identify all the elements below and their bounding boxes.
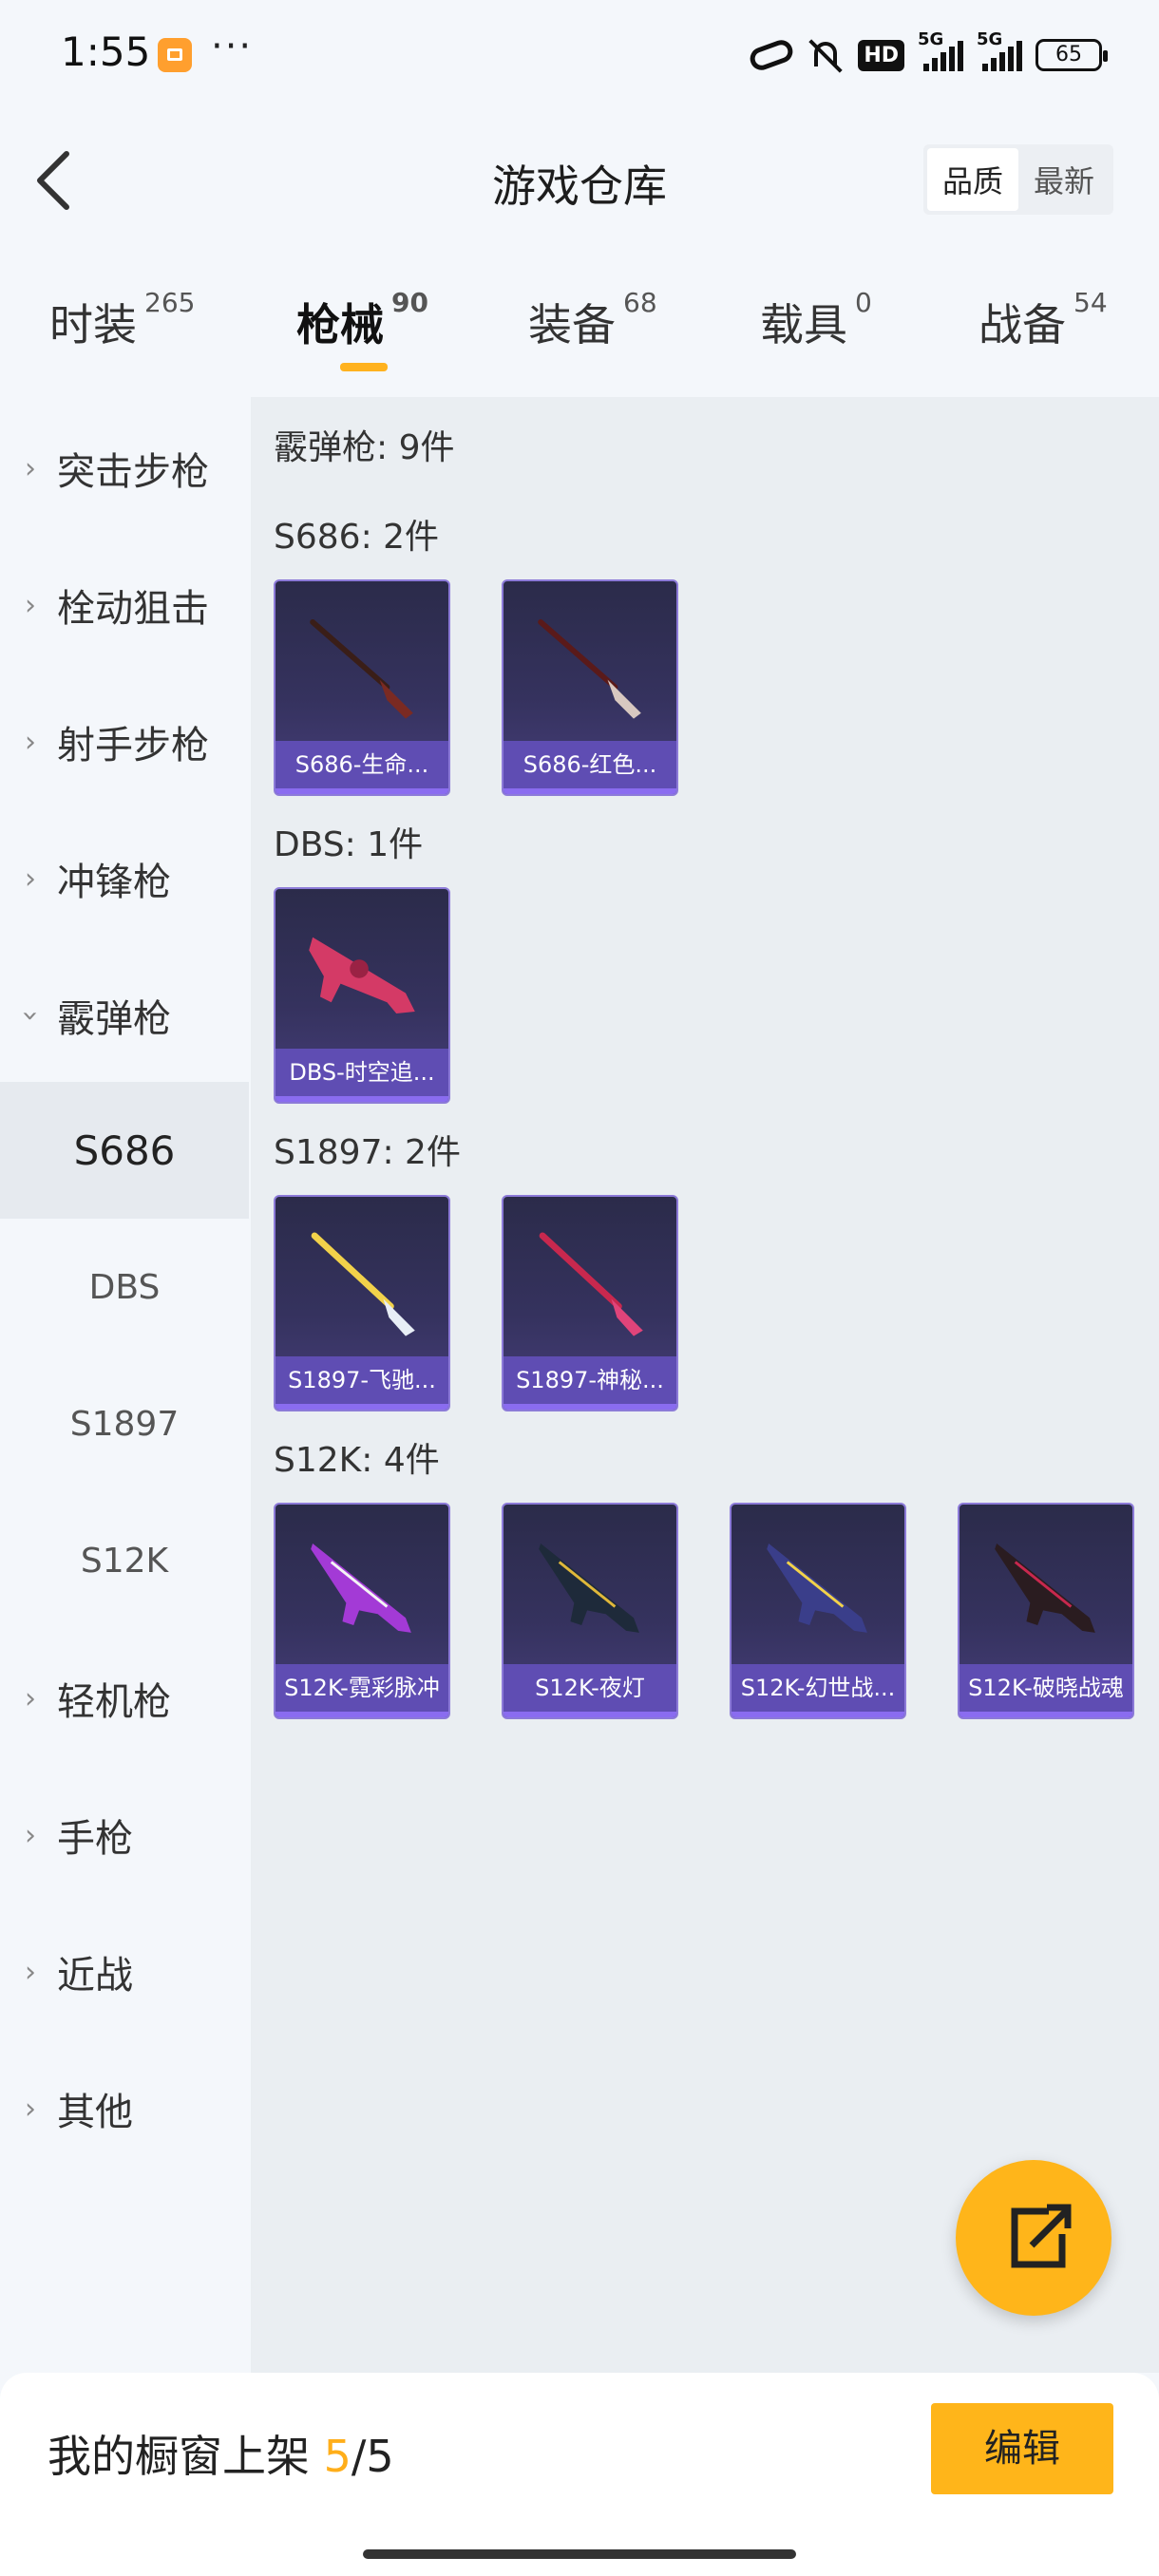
chevron-right-icon: › <box>25 588 36 622</box>
shotgun-image <box>311 1543 411 1633</box>
item-card[interactable]: DBS-时空追... <box>274 887 450 1104</box>
inventory-content: 霰弹枪: 9件 S686: 2件 S686-生命... S686-红色... D… <box>251 397 1159 2373</box>
sidebar-sub-dbs[interactable]: DBS <box>0 1219 249 1355</box>
home-indicator[interactable] <box>363 2549 796 2559</box>
shotgun-image <box>309 937 415 1013</box>
tab-guns[interactable]: 枪械 90 <box>296 287 428 353</box>
share-icon <box>1011 2204 1072 2268</box>
rarity-bar <box>276 788 448 794</box>
tab-equipment[interactable]: 装备 68 <box>528 287 657 353</box>
chevron-down-icon: › <box>13 1010 48 1021</box>
rarity-bar <box>732 1712 904 1717</box>
group-title-s686: S686: 2件 <box>274 518 440 557</box>
sidebar-item-smg[interactable]: › 冲锋枪 <box>0 810 249 947</box>
shotgun-image <box>310 618 413 719</box>
item-card[interactable]: S12K-霓彩脉冲 <box>274 1503 450 1719</box>
edit-button[interactable]: 编辑 <box>931 2403 1113 2494</box>
item-card[interactable]: S1897-神秘... <box>502 1195 678 1411</box>
sidebar-item-other[interactable]: › 其他 <box>0 2040 249 2177</box>
chevron-right-icon: › <box>25 1681 36 1715</box>
sort-toggle: 品质 最新 <box>922 144 1113 215</box>
item-card[interactable]: S1897-飞驰... <box>274 1195 450 1411</box>
sidebar-sub-s12k[interactable]: S12K <box>0 1492 249 1629</box>
shotgun-image <box>995 1543 1095 1633</box>
category-summary: 霰弹枪: 9件 <box>274 428 455 467</box>
rarity-bar <box>504 788 676 794</box>
more-notifications-icon: ··· <box>211 25 254 68</box>
sort-quality-button[interactable]: 品质 <box>926 148 1018 211</box>
item-card[interactable]: S12K-幻世战... <box>730 1503 906 1719</box>
chevron-right-icon: › <box>25 2092 36 2126</box>
item-card[interactable]: S12K-破晓战魂 <box>958 1503 1134 1719</box>
tab-vehicles[interactable]: 载具 0 <box>760 287 872 353</box>
shotgun-image <box>539 1543 639 1633</box>
sidebar-item-shotgun[interactable]: › 霰弹枪 <box>0 947 249 1084</box>
chevron-right-icon: › <box>25 862 36 896</box>
link-icon <box>747 36 797 74</box>
rarity-bar <box>504 1404 676 1410</box>
chevron-right-icon: › <box>25 725 36 759</box>
sidebar-sub-s1897[interactable]: S1897 <box>0 1355 249 1492</box>
sidebar-item-pistol[interactable]: › 手枪 <box>0 1767 249 1904</box>
chevron-right-icon: › <box>25 1955 36 1989</box>
shotgun-image <box>767 1543 867 1633</box>
group-title-s12k: S12K: 4件 <box>274 1441 440 1480</box>
showcase-footer: 我的橱窗上架 5/5 编辑 <box>0 2373 1159 2576</box>
shotgun-image <box>539 1232 643 1336</box>
status-icons: HD 5G 5G 65 <box>747 29 1108 74</box>
app-header: 游戏仓库 品质 最新 <box>0 114 1159 247</box>
status-bar: 1:55 ··· HD 5G 5G 65 <box>0 0 1159 114</box>
mute-icon <box>807 36 845 74</box>
sidebar-item-assault-rifle[interactable]: › 突击步枪 <box>0 400 249 537</box>
sidebar-item-melee[interactable]: › 近战 <box>0 1904 249 2040</box>
item-card[interactable]: S686-红色... <box>502 579 678 796</box>
rarity-bar <box>276 1712 448 1717</box>
tab-supplies[interactable]: 战备 54 <box>978 287 1108 353</box>
showcase-status: 我的橱窗上架 5/5 <box>48 2431 394 2482</box>
rarity-bar <box>504 1712 676 1717</box>
category-tabs: 时装 265 枪械 90 装备 68 载具 0 战备 54 <box>0 275 1159 389</box>
sidebar-item-marksman-rifle[interactable]: › 射手步枪 <box>0 673 249 810</box>
chevron-right-icon: › <box>25 1818 36 1852</box>
rarity-bar <box>276 1096 448 1102</box>
item-card[interactable]: S686-生命... <box>274 579 450 796</box>
sort-newest-button[interactable]: 最新 <box>1018 148 1110 211</box>
active-tab-indicator <box>340 363 388 371</box>
sidebar-item-lmg[interactable]: › 轻机枪 <box>0 1630 249 1767</box>
status-time: 1:55 <box>61 28 151 75</box>
item-card[interactable]: S12K-夜灯 <box>502 1503 678 1719</box>
sidebar-sub-s686[interactable]: S686 <box>0 1082 249 1219</box>
sidebar-item-bolt-sniper[interactable]: › 栓动狙击 <box>0 537 249 673</box>
share-button[interactable] <box>956 2160 1112 2316</box>
battery-icon: 65 <box>1036 39 1108 71</box>
hd-icon: HD <box>858 39 904 71</box>
shotgun-image <box>311 1232 415 1336</box>
chevron-right-icon: › <box>25 451 36 485</box>
signal-icon-2: 5G <box>977 29 1022 71</box>
signal-icon-1: 5G <box>918 29 963 71</box>
sidebar: › 突击步枪 › 栓动狙击 › 射手步枪 › 冲锋枪 › 霰弹枪 S686 DBS S18… <box>0 397 249 2373</box>
group-title-s1897: S1897: 2件 <box>274 1133 461 1172</box>
app-notification-icon <box>158 38 192 72</box>
rarity-bar <box>960 1712 1132 1717</box>
group-title-dbs: DBS: 1件 <box>274 825 424 864</box>
tab-fashion[interactable]: 时装 265 <box>49 287 195 353</box>
rarity-bar <box>276 1404 448 1410</box>
shotgun-image <box>538 618 641 719</box>
